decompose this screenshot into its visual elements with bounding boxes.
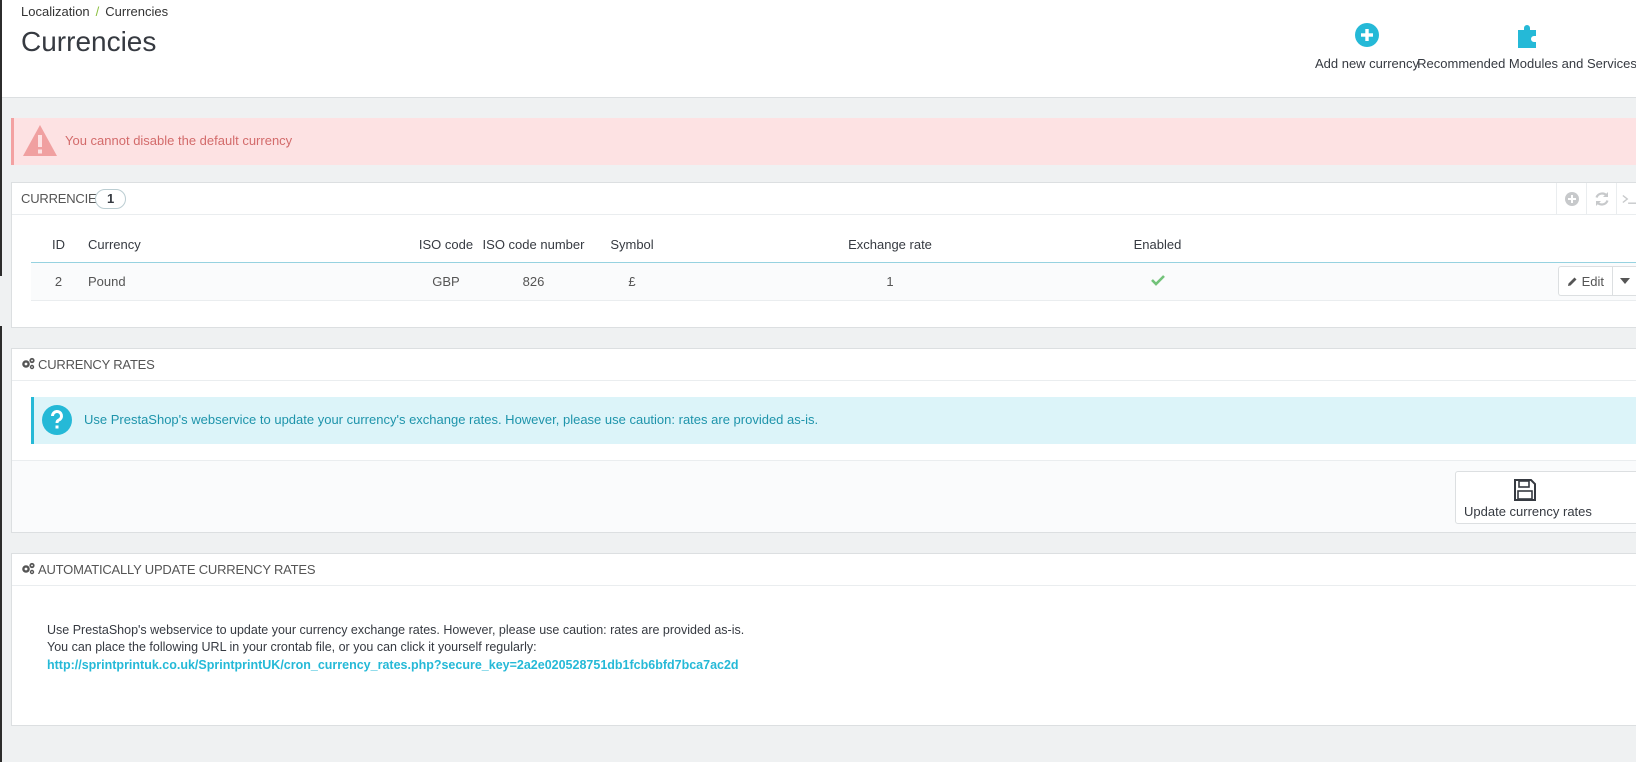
save-icon xyxy=(1513,478,1537,505)
warning-icon xyxy=(22,123,58,162)
breadcrumb: Localization / Currencies xyxy=(21,4,168,19)
pencil-icon xyxy=(1567,277,1577,286)
panel-actions xyxy=(1556,183,1636,215)
check-icon[interactable] xyxy=(1150,274,1165,289)
currencies-panel-heading: Currencies 1 xyxy=(12,183,1636,215)
col-enabled[interactable]: Enabled xyxy=(1103,227,1212,263)
add-new-currency-button[interactable]: Add new currency xyxy=(1302,22,1432,71)
error-alert: You cannot disable the default currency xyxy=(11,118,1636,165)
cell-symbol[interactable]: £ xyxy=(587,262,677,301)
auto-update-line-1: Use PrestaShop's webservice to update yo… xyxy=(47,623,745,637)
info-alert: Use PrestaShop's webservice to update yo… xyxy=(31,397,1636,444)
edit-button[interactable]: Edit xyxy=(1559,267,1613,295)
cell-id[interactable]: 2 xyxy=(31,262,86,301)
cron-url-link[interactable]: http://sprintprintuk.co.uk/SprintprintUK… xyxy=(47,658,739,672)
cell-actions: Edit xyxy=(1212,262,1636,301)
currency-rates-panel-title: Currency rates xyxy=(38,357,155,372)
page-title: Currencies xyxy=(21,26,157,57)
edit-label: Edit xyxy=(1581,273,1604,289)
gears-icon xyxy=(21,357,35,373)
breadcrumb-separator: / xyxy=(95,4,100,19)
error-message: You cannot disable the default currency xyxy=(65,133,293,148)
currencies-table: ID Currency ISO code ISO code number Sym… xyxy=(31,227,1636,301)
auto-update-panel-heading: Automatically update currency rates xyxy=(12,554,1636,586)
add-icon[interactable] xyxy=(1556,183,1586,215)
cell-currency[interactable]: Pound xyxy=(86,262,412,301)
recommended-modules-button[interactable]: Recommended Modules and Services xyxy=(1417,22,1636,71)
auto-update-description: Use PrestaShop's webservice to update yo… xyxy=(47,622,744,656)
currency-rates-panel-footer: Update currency rates xyxy=(12,460,1636,532)
auto-update-panel-title: Automatically update currency rates xyxy=(38,562,316,577)
currencies-panel-title: Currencies xyxy=(21,191,105,206)
puzzle-icon xyxy=(1417,22,1636,50)
col-actions xyxy=(1212,227,1636,263)
recommended-modules-label: Recommended Modules and Services xyxy=(1417,56,1636,71)
info-message: Use PrestaShop's webservice to update yo… xyxy=(84,412,819,427)
col-symbol[interactable]: Symbol xyxy=(587,227,677,263)
cell-exchange-rate[interactable]: 1 xyxy=(677,262,1103,301)
currency-rates-panel: Currency rates Use PrestaShop's webservi… xyxy=(11,348,1636,533)
breadcrumb-current: Currencies xyxy=(105,4,169,19)
breadcrumb-parent[interactable]: Localization xyxy=(21,4,90,19)
plus-circle-icon xyxy=(1302,22,1432,50)
page-header: Localization / Currencies Currencies Add n… xyxy=(2,0,1636,98)
col-id[interactable]: ID xyxy=(31,227,86,263)
col-iso-code[interactable]: ISO code xyxy=(412,227,480,263)
currency-count-badge: 1 xyxy=(95,189,126,209)
col-exchange-rate[interactable]: Exchange rate xyxy=(677,227,1103,263)
gears-icon xyxy=(21,562,35,578)
table-row[interactable]: 2 Pound GBP 826 £ 1 Edit xyxy=(31,262,1636,301)
auto-update-panel: Automatically update currency rates Use … xyxy=(11,553,1636,726)
auto-update-line-2: You can place the following URL in your … xyxy=(47,640,537,654)
refresh-icon[interactable] xyxy=(1586,183,1616,215)
cell-iso-code-number[interactable]: 826 xyxy=(480,262,587,301)
left-sidebar-edge xyxy=(0,0,2,762)
currencies-panel: Currencies 1 ID Currency ISO code ISO co… xyxy=(11,182,1636,328)
question-circle-icon xyxy=(41,404,73,439)
edit-button-group: Edit xyxy=(1557,266,1636,296)
col-currency[interactable]: Currency xyxy=(86,227,412,263)
update-currency-rates-label: Update currency rates xyxy=(1464,504,1592,519)
caret-down-icon[interactable] xyxy=(1613,267,1636,295)
terminal-icon[interactable] xyxy=(1616,183,1636,215)
add-new-currency-label: Add new currency xyxy=(1314,56,1420,71)
col-iso-code-number[interactable]: ISO code number xyxy=(480,227,587,263)
currency-rates-panel-heading: Currency rates xyxy=(12,349,1636,381)
table-header-row: ID Currency ISO code ISO code number Sym… xyxy=(31,227,1636,263)
cell-enabled[interactable] xyxy=(1103,262,1212,301)
cell-iso-code[interactable]: GBP xyxy=(412,262,480,301)
update-currency-rates-button[interactable]: Update currency rates xyxy=(1455,471,1636,524)
